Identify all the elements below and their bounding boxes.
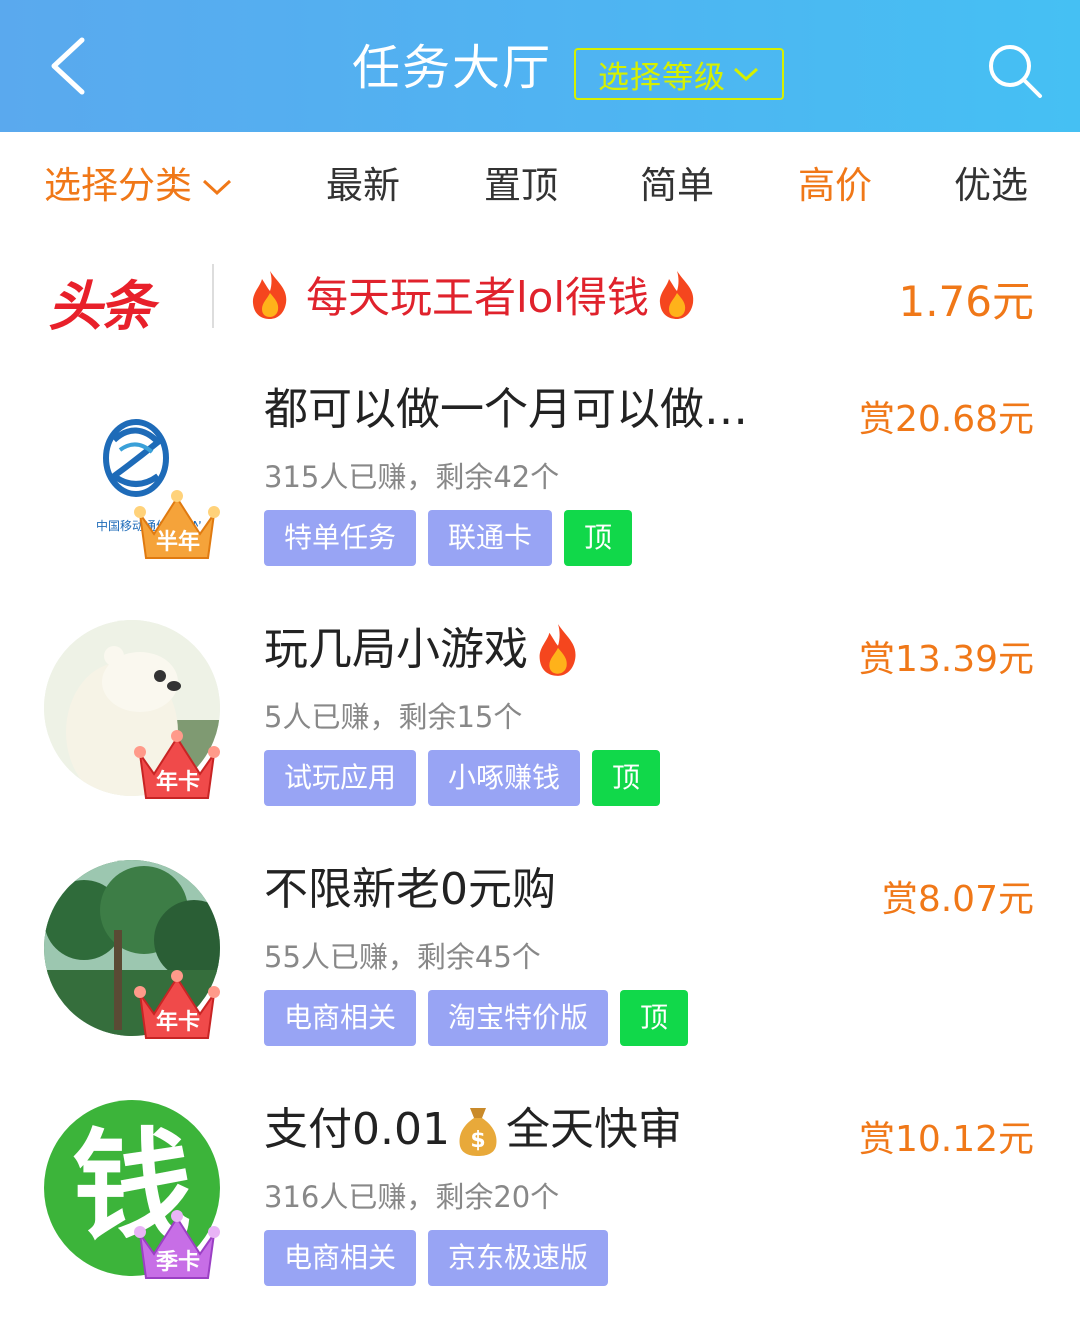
headline-row: 每天玩王者lol得钱: [248, 264, 699, 325]
chevron-left-icon[interactable]: [44, 34, 104, 98]
pinned-tag: 顶: [592, 750, 661, 806]
pinned-tag: 顶: [620, 990, 689, 1046]
headline-price: 1.76元: [898, 277, 1034, 326]
task-stats: 315人已赚，剩余42个: [264, 460, 560, 494]
filter-tabs: 选择分类 最新 置顶 简单 高价 优选: [0, 132, 1080, 244]
task-reward: 赏8.07元: [881, 879, 1034, 920]
search-icon[interactable]: [984, 40, 1044, 100]
crown-badge: 年卡: [132, 728, 222, 808]
crown-badge: 半年: [132, 488, 222, 568]
tag-list: 试玩应用 小啄赚钱 顶: [264, 750, 661, 806]
headline-brand: 头条: [48, 275, 154, 338]
task-item[interactable]: 钱 季卡 支付0.01 $ 全天快审 赏10.12元 316人已赚，剩余20个 …: [0, 1082, 1080, 1322]
task-item[interactable]: 中国移动通信 CHINA MOBILE 半年 都可以做一个月可以做… 赏20.6…: [0, 362, 1080, 602]
task-title: 都可以做一个月可以做…: [264, 380, 748, 440]
svg-text:$: $: [470, 1128, 485, 1153]
task-stats: 5人已赚，剩余15个: [264, 700, 523, 734]
badge-label: 年卡: [155, 1010, 200, 1035]
headline-text: 每天玩王者lol得钱: [306, 273, 650, 322]
tab-high-price[interactable]: 高价: [798, 162, 872, 210]
task-reward: 赏13.39元: [858, 639, 1034, 680]
tag: 联通卡: [428, 510, 553, 566]
badge-label: 年卡: [155, 770, 200, 795]
tag-list: 电商相关 京东极速版: [264, 1230, 609, 1286]
task-reward: 赏10.12元: [858, 1119, 1034, 1160]
badge-label: 半年: [155, 530, 200, 555]
tab-pinned[interactable]: 置顶: [484, 162, 558, 210]
task-title-text: 不限新老0元购: [264, 864, 556, 915]
task-title-text: 玩几局小游戏: [264, 624, 528, 675]
fire-icon: [659, 270, 694, 319]
pinned-tag: 顶: [564, 510, 633, 566]
task-title-text: 都可以做一个月可以做…: [264, 384, 748, 435]
category-label: 选择分类: [44, 164, 192, 207]
category-dropdown[interactable]: 选择分类: [44, 162, 234, 210]
tag: 试玩应用: [264, 750, 417, 806]
tab-latest[interactable]: 最新: [326, 162, 400, 210]
chevron-down-icon: [202, 179, 232, 196]
tab-preferred[interactable]: 优选: [954, 162, 1028, 210]
task-reward: 赏20.68元: [858, 399, 1034, 440]
crown-badge: 年卡: [132, 968, 222, 1048]
money-bag-icon: $: [459, 1108, 497, 1156]
tag-list: 特单任务 联通卡 顶: [264, 510, 633, 566]
divider: [212, 264, 214, 328]
task-title-part: 支付0.01: [264, 1104, 450, 1155]
tag: 电商相关: [264, 990, 417, 1046]
page-title: 任务大厅: [352, 40, 553, 96]
task-title: 不限新老0元购: [264, 860, 556, 920]
badge-label: 季卡: [155, 1250, 200, 1275]
tab-easy[interactable]: 简单: [640, 162, 714, 210]
tag: 特单任务: [264, 510, 417, 566]
fire-icon: [539, 624, 576, 676]
task-stats: 316人已赚，剩余20个: [264, 1180, 560, 1214]
app-header: 任务大厅 选择等级: [0, 0, 1080, 132]
task-item[interactable]: 年卡 玩几局小游戏 赏13.39元 5人已赚，剩余15个 试玩应用 小啄赚钱 顶: [0, 602, 1080, 842]
select-level-button[interactable]: 选择等级: [574, 48, 784, 100]
tag-list: 电商相关 淘宝特价版 顶: [264, 990, 689, 1046]
headline-banner[interactable]: 头条 每天玩王者lol得钱 1.76元: [0, 244, 1080, 354]
task-title: 玩几局小游戏: [264, 620, 582, 680]
task-item[interactable]: 年卡 不限新老0元购 赏8.07元 55人已赚，剩余45个 电商相关 淘宝特价版…: [0, 842, 1080, 1082]
tag: 小啄赚钱: [428, 750, 581, 806]
fire-icon: [252, 270, 287, 319]
chevron-down-icon: [733, 67, 759, 82]
task-title: 支付0.01 $ 全天快审: [264, 1100, 682, 1160]
select-level-label: 选择等级: [598, 59, 726, 96]
tag: 电商相关: [264, 1230, 417, 1286]
task-stats: 55人已赚，剩余45个: [264, 940, 541, 974]
crown-badge: 季卡: [132, 1208, 222, 1288]
tag: 淘宝特价版: [428, 990, 609, 1046]
task-title-part: 全天快审: [505, 1104, 682, 1155]
tag: 京东极速版: [428, 1230, 609, 1286]
